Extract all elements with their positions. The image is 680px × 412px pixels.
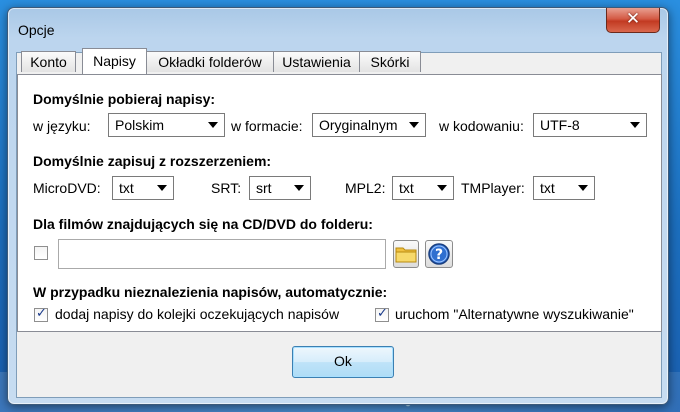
format-label: w formacie:: [231, 118, 303, 134]
close-button[interactable]: ✕: [606, 8, 660, 33]
chevron-down-icon: [578, 185, 588, 191]
ok-button[interactable]: Ok: [292, 346, 394, 378]
add-to-queue-label: dodaj napisy do kolejki oczekujących nap…: [55, 306, 340, 322]
alt-search-checkbox[interactable]: ✓: [375, 306, 389, 322]
save-heading: Domyślnie zapisuj z rozszerzeniem:: [33, 153, 272, 169]
svg-text:?: ?: [435, 247, 443, 263]
help-button[interactable]: ?: [425, 240, 453, 268]
cd-folder-path-input[interactable]: [58, 239, 386, 269]
tmplayer-select[interactable]: txt: [533, 176, 595, 200]
browse-folder-button[interactable]: [393, 240, 419, 268]
download-heading: Domyślnie pobieraj napisy:: [33, 91, 216, 107]
tab-napisy[interactable]: Napisy: [82, 48, 147, 74]
tab-okladki-folderow[interactable]: Okładki folderów: [146, 51, 274, 72]
alt-search-label: uruchom "Alternatywne wyszukiwanie": [395, 306, 634, 322]
tab-ustawienia[interactable]: Ustawienia: [273, 51, 360, 72]
notfound-heading: W przypadku nieznalezienia napisów, auto…: [33, 284, 388, 300]
tmplayer-label: TMPlayer:: [461, 180, 525, 196]
format-value: Oryginalnym: [319, 117, 398, 133]
language-value: Polskim: [115, 117, 165, 133]
srt-value: srt: [256, 180, 272, 196]
checkmark-icon: ✓: [36, 306, 47, 321]
cd-folder-heading: Dla filmów znajdujących się na CD/DVD do…: [33, 216, 373, 232]
mpl2-select[interactable]: txt: [392, 176, 454, 200]
checkmark-icon: ✓: [377, 306, 388, 321]
chevron-down-icon: [409, 122, 419, 128]
chevron-down-icon: [437, 185, 447, 191]
language-select[interactable]: Polskim: [108, 113, 225, 137]
tab-skorki[interactable]: Skórki: [359, 51, 421, 72]
close-icon: ✕: [625, 9, 641, 29]
microdvd-select[interactable]: txt: [112, 176, 174, 200]
encoding-label: w kodowaniu:: [439, 118, 524, 134]
chevron-down-icon: [630, 122, 640, 128]
tmplayer-value: txt: [540, 180, 555, 196]
mpl2-value: txt: [399, 180, 414, 196]
add-to-queue-checkbox[interactable]: ✓: [34, 306, 48, 322]
chevron-down-icon: [208, 122, 218, 128]
mpl2-label: MPL2:: [345, 180, 386, 196]
cd-folder-checkbox[interactable]: [34, 246, 48, 260]
encoding-select[interactable]: UTF-8: [533, 113, 647, 137]
srt-label: SRT:: [211, 180, 242, 196]
tab-konto[interactable]: Konto: [21, 51, 76, 72]
srt-select[interactable]: srt: [249, 176, 311, 200]
microdvd-label: MicroDVD:: [33, 180, 101, 196]
help-icon: ?: [428, 243, 450, 265]
chevron-down-icon: [294, 185, 304, 191]
folder-icon: [395, 247, 417, 263]
encoding-value: UTF-8: [540, 117, 580, 133]
language-label: w języku:: [33, 118, 91, 134]
chevron-down-icon: [157, 185, 167, 191]
microdvd-value: txt: [119, 180, 134, 196]
window-title: Opcje: [18, 22, 55, 38]
format-select[interactable]: Oryginalnym: [312, 113, 426, 137]
